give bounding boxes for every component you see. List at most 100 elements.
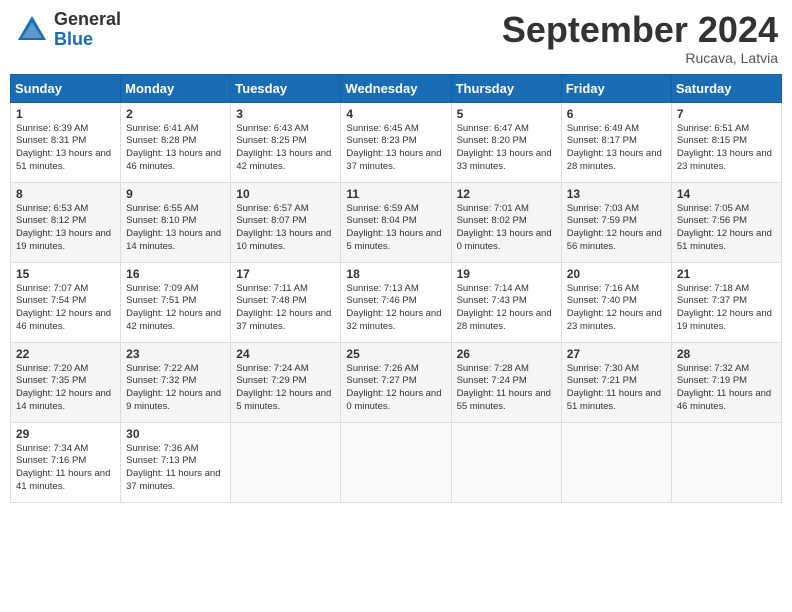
day-info: Sunrise: 6:45 AMSunset: 8:23 PMDaylight:… [346,123,445,174]
day-info: Sunrise: 7:18 AMSunset: 7:37 PMDaylight:… [677,283,776,334]
day-info: Sunrise: 7:03 AMSunset: 7:59 PMDaylight:… [567,203,666,254]
page-header: General Blue September 2024 Rucava, Latv… [10,10,782,66]
day-info: Sunrise: 7:24 AMSunset: 7:29 PMDaylight:… [236,363,335,414]
calendar-cell: 13Sunrise: 7:03 AMSunset: 7:59 PMDayligh… [561,182,671,262]
calendar-cell: 12 Sunrise: 7:01 AMSunset: 8:02 PMDayligh… [451,182,561,262]
day-number: 23 [126,347,225,361]
day-info: Sunrise: 7:20 AMSunset: 7:35 PMDaylight:… [16,363,115,414]
day-number: 25 [346,347,445,361]
calendar-week-row: 8 Sunrise: 6:53 AMSunset: 8:12 PMDaylight… [11,182,782,262]
day-number: 29 [16,427,115,441]
calendar-cell: 15Sunrise: 7:07 AMSunset: 7:54 PMDayligh… [11,262,121,342]
day-number: 11 [346,187,445,201]
day-number: 20 [567,267,666,281]
calendar-cell: 25 Sunrise: 7:26 AMSunset: 7:27 PMDayligh… [341,342,451,422]
day-number: 9 [126,187,225,201]
calendar-table: SundayMondayTuesdayWednesdayThursdayFrid… [10,74,782,503]
calendar-cell: 10 Sunrise: 6:57 AMSunset: 8:07 PMDayligh… [231,182,341,262]
calendar-cell [561,422,671,502]
calendar-cell: 23 Sunrise: 7:22 AMSunset: 7:32 PMDayligh… [121,342,231,422]
calendar-cell: 30Sunrise: 7:36 AMSunset: 7:13 PMDayligh… [121,422,231,502]
day-number: 10 [236,187,335,201]
calendar-cell: 24 Sunrise: 7:24 AMSunset: 7:29 PMDayligh… [231,342,341,422]
calendar-cell: 14 Sunrise: 7:05 AMSunset: 7:56 PMDayligh… [671,182,781,262]
day-info: Sunrise: 6:55 AMSunset: 8:10 PMDaylight:… [126,203,225,254]
calendar-cell: 6 Sunrise: 6:49 AMSunset: 8:17 PMDaylight… [561,102,671,182]
calendar-cell: 29 Sunrise: 7:34 AMSunset: 7:16 PMDayligh… [11,422,121,502]
day-info: Sunrise: 7:16 AMSunset: 7:40 PMDaylight:… [567,283,666,334]
calendar-cell [231,422,341,502]
weekday-header: Thursday [451,74,561,102]
weekday-header: Wednesday [341,74,451,102]
calendar-cell: 26Sunrise: 7:28 AMSunset: 7:24 PMDayligh… [451,342,561,422]
calendar-week-row: 1 Sunrise: 6:39 AMSunset: 8:31 PMDaylight… [11,102,782,182]
calendar-cell [451,422,561,502]
calendar-week-row: 29 Sunrise: 7:34 AMSunset: 7:16 PMDayligh… [11,422,782,502]
day-info: Sunrise: 6:43 AMSunset: 8:25 PMDaylight:… [236,123,335,174]
calendar-cell: 9 Sunrise: 6:55 AMSunset: 8:10 PMDaylight… [121,182,231,262]
day-info: Sunrise: 6:59 AMSunset: 8:04 PMDaylight:… [346,203,445,254]
day-info: Sunrise: 7:05 AMSunset: 7:56 PMDaylight:… [677,203,776,254]
calendar-cell: 20 Sunrise: 7:16 AMSunset: 7:40 PMDayligh… [561,262,671,342]
logo-general: General [54,10,121,30]
day-info: Sunrise: 6:57 AMSunset: 8:07 PMDaylight:… [236,203,335,254]
calendar-cell: 1 Sunrise: 6:39 AMSunset: 8:31 PMDaylight… [11,102,121,182]
location: Rucava, Latvia [502,50,778,66]
day-info: Sunrise: 7:28 AMSunset: 7:24 PMDaylight:… [457,363,556,414]
day-number: 21 [677,267,776,281]
day-number: 18 [346,267,445,281]
calendar-cell: 18 Sunrise: 7:13 AMSunset: 7:46 PMDayligh… [341,262,451,342]
calendar-cell [341,422,451,502]
day-info: Sunrise: 7:34 AMSunset: 7:16 PMDaylight:… [16,443,115,494]
calendar-cell: 11 Sunrise: 6:59 AMSunset: 8:04 PMDayligh… [341,182,451,262]
day-number: 22 [16,347,115,361]
day-info: Sunrise: 7:22 AMSunset: 7:32 PMDaylight:… [126,363,225,414]
day-number: 16 [126,267,225,281]
weekday-header-row: SundayMondayTuesdayWednesdayThursdayFrid… [11,74,782,102]
logo-text: General Blue [54,10,121,50]
day-info: Sunrise: 7:09 AMSunset: 7:51 PMDaylight:… [126,283,225,334]
day-number: 1 [16,107,115,121]
day-number: 6 [567,107,666,121]
day-info: Sunrise: 6:47 AMSunset: 8:20 PMDaylight:… [457,123,556,174]
day-number: 7 [677,107,776,121]
calendar-cell: 21 Sunrise: 7:18 AMSunset: 7:37 PMDayligh… [671,262,781,342]
logo: General Blue [14,10,121,50]
calendar-cell [671,422,781,502]
day-info: Sunrise: 6:41 AMSunset: 8:28 PMDaylight:… [126,123,225,174]
day-info: Sunrise: 7:13 AMSunset: 7:46 PMDaylight:… [346,283,445,334]
calendar-cell: 8 Sunrise: 6:53 AMSunset: 8:12 PMDaylight… [11,182,121,262]
day-info: Sunrise: 6:39 AMSunset: 8:31 PMDaylight:… [16,123,115,174]
day-info: Sunrise: 7:26 AMSunset: 7:27 PMDaylight:… [346,363,445,414]
calendar-cell: 3 Sunrise: 6:43 AMSunset: 8:25 PMDaylight… [231,102,341,182]
day-info: Sunrise: 6:51 AMSunset: 8:15 PMDaylight:… [677,123,776,174]
month-title: September 2024 [502,10,778,50]
day-info: Sunrise: 7:01 AMSunset: 8:02 PMDaylight:… [457,203,556,254]
calendar-cell: 19Sunrise: 7:14 AMSunset: 7:43 PMDayligh… [451,262,561,342]
day-info: Sunrise: 6:53 AMSunset: 8:12 PMDaylight:… [16,203,115,254]
day-number: 24 [236,347,335,361]
weekday-header: Friday [561,74,671,102]
day-number: 4 [346,107,445,121]
day-number: 12 [457,187,556,201]
day-info: Sunrise: 7:11 AMSunset: 7:48 PMDaylight:… [236,283,335,334]
day-number: 5 [457,107,556,121]
day-number: 30 [126,427,225,441]
weekday-header: Sunday [11,74,121,102]
day-number: 27 [567,347,666,361]
calendar-cell: 28Sunrise: 7:32 AMSunset: 7:19 PMDayligh… [671,342,781,422]
calendar-cell: 22 Sunrise: 7:20 AMSunset: 7:35 PMDayligh… [11,342,121,422]
day-number: 14 [677,187,776,201]
day-info: Sunrise: 6:49 AMSunset: 8:17 PMDaylight:… [567,123,666,174]
day-number: 3 [236,107,335,121]
day-number: 15 [16,267,115,281]
calendar-week-row: 22 Sunrise: 7:20 AMSunset: 7:35 PMDayligh… [11,342,782,422]
logo-blue: Blue [54,30,121,50]
day-number: 8 [16,187,115,201]
weekday-header: Saturday [671,74,781,102]
weekday-header: Tuesday [231,74,341,102]
calendar-cell: 2Sunrise: 6:41 AMSunset: 8:28 PMDaylight… [121,102,231,182]
day-info: Sunrise: 7:32 AMSunset: 7:19 PMDaylight:… [677,363,776,414]
calendar-cell: 27Sunrise: 7:30 AMSunset: 7:21 PMDayligh… [561,342,671,422]
day-number: 17 [236,267,335,281]
